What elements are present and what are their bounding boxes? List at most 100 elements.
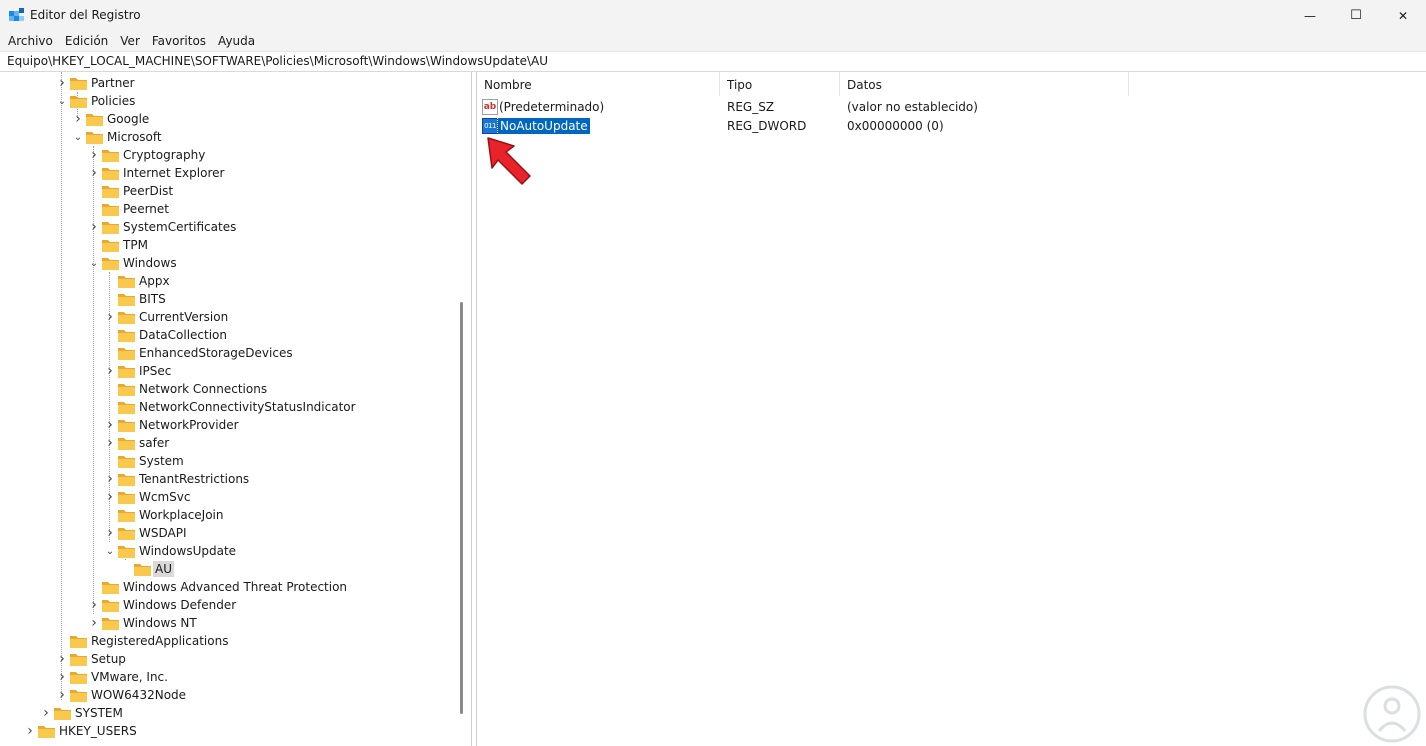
folder-icon: [118, 546, 135, 558]
chevron-right-icon[interactable]: ›: [105, 488, 115, 506]
folder-icon: [102, 240, 119, 252]
menu-ver[interactable]: Ver: [114, 31, 146, 51]
tree-item[interactable]: › Internet Explorer: [0, 164, 460, 182]
folder-icon: [86, 114, 103, 126]
folder-icon: [118, 510, 135, 522]
chevron-right-icon[interactable]: ›: [89, 146, 99, 164]
tree-item[interactable]: ⌄ Windows: [0, 254, 460, 272]
chevron-right-icon[interactable]: ›: [57, 650, 67, 668]
chevron-right-icon[interactable]: ›: [89, 596, 99, 614]
tree-item[interactable]: Windows Advanced Threat Protection: [0, 578, 460, 596]
tree-item[interactable]: NetworkConnectivityStatusIndicator: [0, 398, 460, 416]
tree-item[interactable]: System: [0, 452, 460, 470]
tree-item-label: Setup: [91, 652, 126, 666]
tree-item[interactable]: › Setup: [0, 650, 460, 668]
tree-item-label: NetworkProvider: [139, 418, 239, 432]
tree-item-label: System: [139, 454, 184, 468]
folder-icon: [38, 726, 55, 738]
value-row[interactable]: ab (Predeterminado) REG_SZ (valor no est…: [477, 98, 1417, 116]
tree-item[interactable]: › WOW6432Node: [0, 686, 460, 704]
tree-item-label: CurrentVersion: [139, 310, 229, 324]
tree-item[interactable]: AU: [0, 560, 460, 578]
tree-scrollbar[interactable]: [460, 302, 463, 714]
maximize-button[interactable]: ☐: [1333, 0, 1379, 31]
tree-item[interactable]: ⌄ Policies: [0, 92, 460, 110]
chevron-down-icon[interactable]: ⌄: [57, 92, 67, 110]
close-button[interactable]: ✕: [1380, 0, 1426, 31]
tree-item-label: TPM: [123, 238, 148, 252]
menu-favoritos[interactable]: Favoritos: [146, 31, 212, 51]
tree-item[interactable]: › Google: [0, 110, 460, 128]
chevron-right-icon[interactable]: ›: [105, 470, 115, 488]
chevron-right-icon[interactable]: ›: [89, 164, 99, 182]
value-type: REG_SZ: [727, 100, 775, 114]
tree-item[interactable]: › safer: [0, 434, 460, 452]
tree-item[interactable]: › SYSTEM: [0, 704, 460, 722]
folder-icon: [118, 492, 135, 504]
tree-item-label: SYSTEM: [75, 706, 123, 720]
tree-item[interactable]: › WcmSvc: [0, 488, 460, 506]
chevron-right-icon[interactable]: ›: [41, 704, 51, 722]
chevron-right-icon[interactable]: ›: [105, 524, 115, 542]
chevron-right-icon[interactable]: ›: [105, 416, 115, 434]
column-header-name[interactable]: Nombre: [477, 72, 720, 96]
chevron-right-icon[interactable]: ›: [105, 362, 115, 380]
tree-item[interactable]: DataCollection: [0, 326, 460, 344]
tree-item[interactable]: ⌄ Microsoft: [0, 128, 460, 146]
tree-item[interactable]: EnhancedStorageDevices: [0, 344, 460, 362]
tree-item[interactable]: › HKEY_USERS: [0, 722, 460, 740]
chevron-down-icon[interactable]: ⌄: [105, 542, 115, 560]
tree-item[interactable]: WorkplaceJoin: [0, 506, 460, 524]
chevron-right-icon[interactable]: ›: [105, 308, 115, 326]
chevron-right-icon[interactable]: ›: [105, 434, 115, 452]
folder-icon: [70, 636, 87, 648]
tree-item[interactable]: › TenantRestrictions: [0, 470, 460, 488]
tree-item[interactable]: PeerDist: [0, 182, 460, 200]
tree-item-label: WOW6432Node: [91, 688, 187, 702]
tree-item[interactable]: BITS: [0, 290, 460, 308]
address-bar[interactable]: Equipo\HKEY_LOCAL_MACHINE\SOFTWARE\Polic…: [0, 51, 1426, 72]
tree-item[interactable]: › Windows NT: [0, 614, 460, 632]
column-header-type[interactable]: Tipo: [720, 72, 840, 96]
tree-item[interactable]: › IPSec: [0, 362, 460, 380]
tree-item[interactable]: › SystemCertificates: [0, 218, 460, 236]
column-header-data[interactable]: Datos: [840, 72, 1129, 96]
folder-icon: [86, 132, 103, 144]
tree-item[interactable]: › NetworkProvider: [0, 416, 460, 434]
value-row-selected[interactable]: 011 NoAutoUpdate REG_DWORD 0x00000000 (0…: [477, 117, 1417, 135]
tree-item[interactable]: › CurrentVersion: [0, 308, 460, 326]
chevron-right-icon[interactable]: ›: [25, 722, 35, 740]
tree-item[interactable]: › WSDAPI: [0, 524, 460, 542]
tree-item[interactable]: RegisteredApplications: [0, 632, 460, 650]
folder-icon: [102, 168, 119, 180]
tree-item[interactable]: Network Connections: [0, 380, 460, 398]
chevron-right-icon[interactable]: ›: [57, 668, 67, 686]
menu-archivo[interactable]: Archivo: [2, 31, 59, 51]
tree-item[interactable]: › Cryptography: [0, 146, 460, 164]
minimize-button[interactable]: —: [1287, 0, 1333, 31]
chevron-right-icon[interactable]: ›: [89, 218, 99, 236]
tree-item[interactable]: Peernet: [0, 200, 460, 218]
tree-item[interactable]: › Partner: [0, 74, 460, 92]
tree-item-label: WcmSvc: [139, 490, 191, 504]
folder-icon: [70, 672, 87, 684]
key-tree-pane[interactable]: › Partner ⌄ Policies › Google ⌄ Microsoft › Crypt…: [0, 72, 472, 746]
tree-item-label: HKEY_USERS: [59, 724, 137, 738]
tree-item-label: WSDAPI: [139, 526, 187, 540]
chevron-down-icon[interactable]: ⌄: [89, 254, 99, 272]
tree-item-label: SystemCertificates: [123, 220, 237, 234]
tree-item[interactable]: › VMware, Inc.: [0, 668, 460, 686]
chevron-down-icon[interactable]: ⌄: [73, 128, 83, 146]
tree-item[interactable]: TPM: [0, 236, 460, 254]
menu-ayuda[interactable]: Ayuda: [212, 31, 261, 51]
tree-item[interactable]: › Windows Defender: [0, 596, 460, 614]
chevron-right-icon[interactable]: ›: [73, 110, 83, 128]
tree-item-label: DataCollection: [139, 328, 228, 342]
menu-edicion[interactable]: Edición: [59, 31, 114, 51]
chevron-right-icon[interactable]: ›: [57, 686, 67, 704]
tree-item[interactable]: ⌄ WindowsUpdate: [0, 542, 460, 560]
chevron-right-icon[interactable]: ›: [57, 74, 67, 92]
tree-item[interactable]: Appx: [0, 272, 460, 290]
chevron-right-icon[interactable]: ›: [89, 614, 99, 632]
values-list-pane[interactable]: Nombre Tipo Datos ab (Predeterminado) RE…: [476, 72, 1426, 746]
